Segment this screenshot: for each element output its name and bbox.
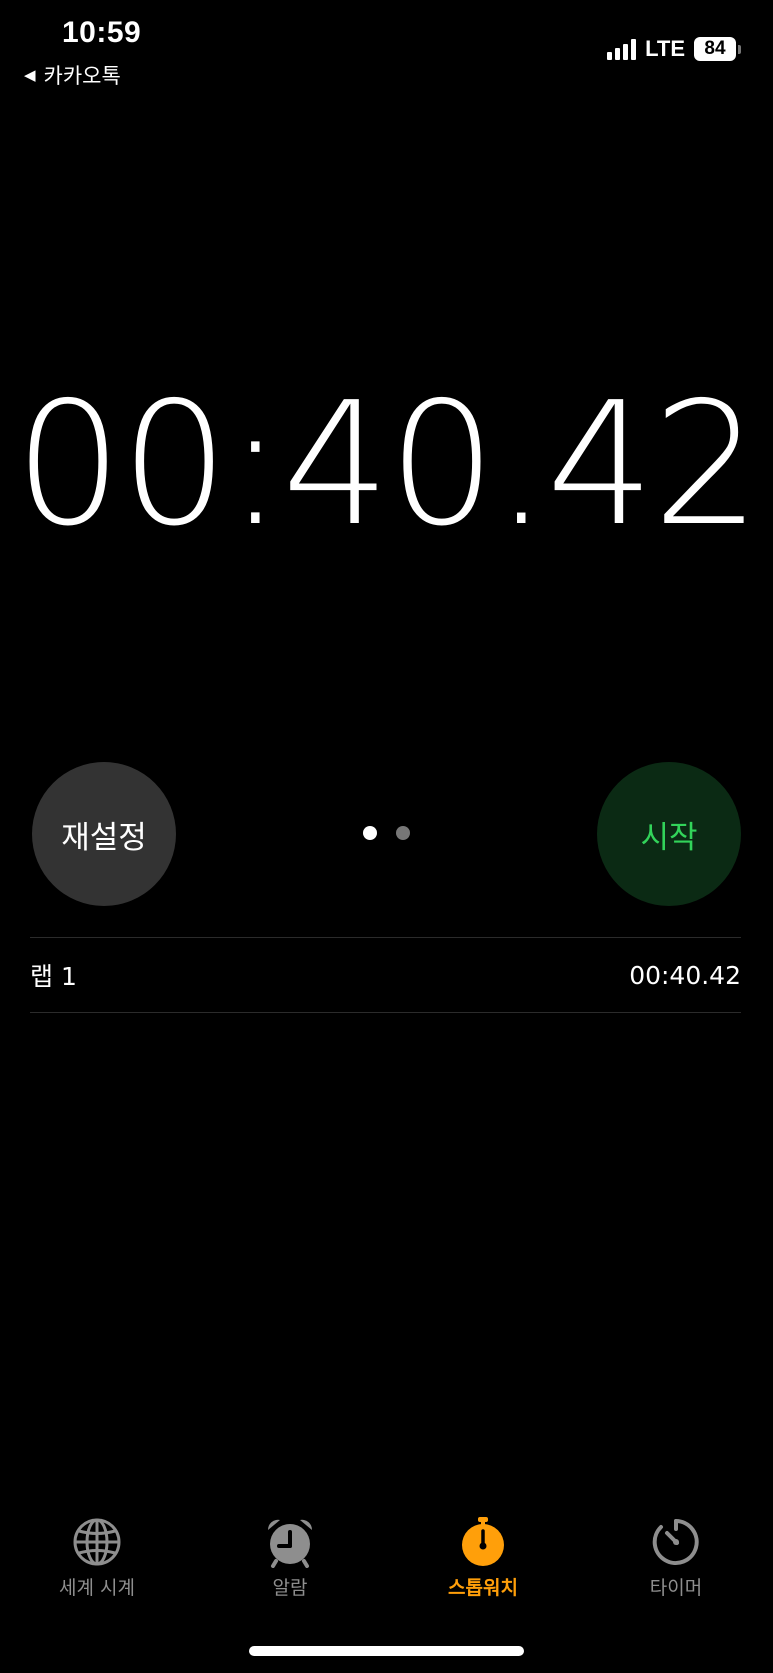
start-button[interactable]: 시작 — [597, 762, 741, 906]
back-to-app-link[interactable]: ◀ 카카오톡 — [24, 60, 121, 90]
battery-icon: 84 — [694, 37, 741, 61]
cellular-signal-icon — [607, 38, 637, 60]
lap-label: 랩 1 — [30, 962, 77, 991]
status-time: 10:59 — [62, 16, 142, 49]
tab-alarm[interactable]: 알람 — [215, 1516, 365, 1600]
page-dot-2[interactable] — [396, 826, 410, 840]
lap-row: 랩 1 00:40.42 — [30, 937, 741, 1013]
back-app-label: 카카오톡 — [43, 64, 121, 88]
lap-list: 랩 1 00:40.42 — [30, 937, 741, 1013]
timer-icon — [652, 1519, 699, 1565]
page-dot-1[interactable] — [363, 826, 377, 840]
stopwatch-icon — [462, 1517, 504, 1566]
tab-world-clock[interactable]: 세계 시계 — [22, 1516, 172, 1600]
globe-icon — [73, 1518, 121, 1566]
tab-bar: 세계 시계 알람 스톱워치 타이머 — [0, 1516, 773, 1606]
network-type: LTE — [645, 36, 685, 61]
tab-timer[interactable]: 타이머 — [601, 1516, 751, 1600]
alarm-clock-icon — [267, 1519, 313, 1568]
lap-time: 00:40.42 — [629, 960, 741, 990]
status-indicators: LTE 84 — [607, 36, 741, 62]
tab-alarm-label: 알람 — [272, 1577, 308, 1599]
tab-stopwatch-label: 스톱워치 — [448, 1577, 518, 1599]
start-button-label: 시작 — [640, 819, 698, 856]
battery-level: 84 — [694, 37, 736, 61]
tab-world-clock-label: 세계 시계 — [59, 1577, 135, 1599]
back-arrow-icon: ◀ — [24, 66, 36, 84]
home-indicator[interactable] — [249, 1646, 524, 1656]
tab-timer-label: 타이머 — [649, 1577, 703, 1599]
stopwatch-display: 00:40.42 — [14, 366, 760, 564]
tab-stopwatch[interactable]: 스톱워치 — [408, 1516, 558, 1600]
